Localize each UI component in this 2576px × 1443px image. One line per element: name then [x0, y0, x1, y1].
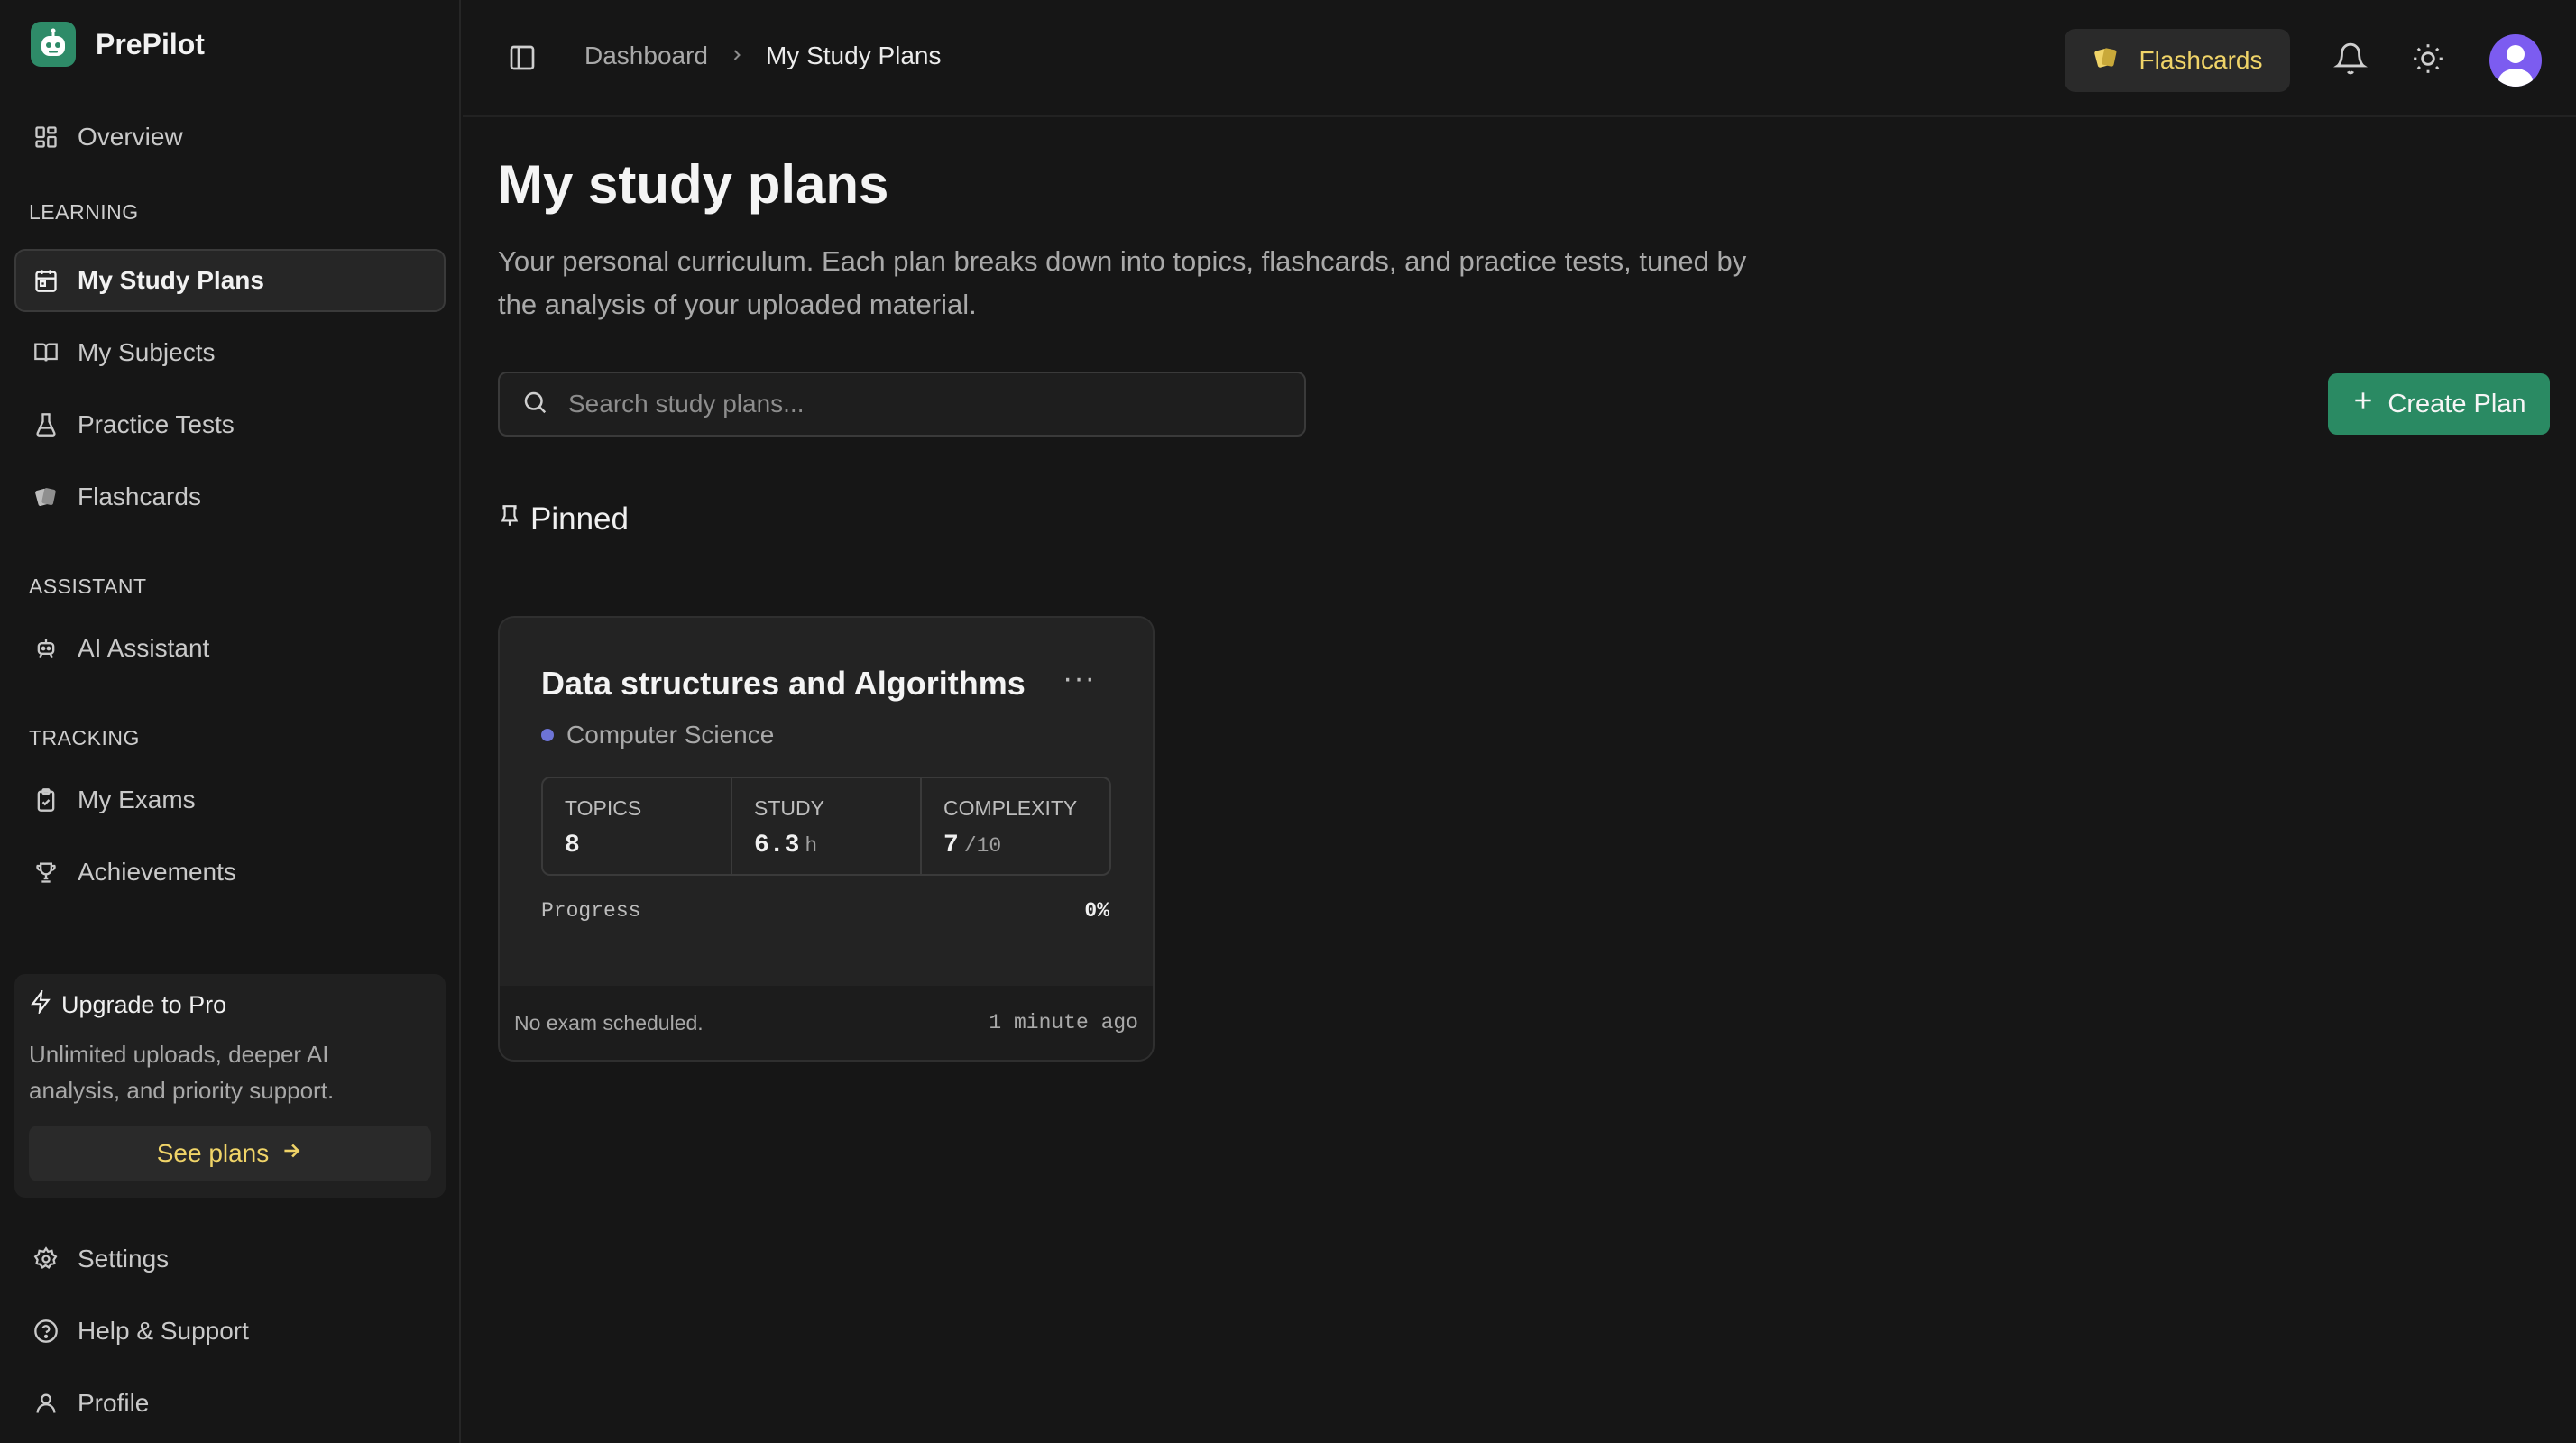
- gear-icon: [32, 1245, 60, 1273]
- sidebar-item-my-exams[interactable]: My Exams: [14, 768, 446, 832]
- subject-label: Computer Science: [566, 721, 775, 749]
- sidebar-item-label: Overview: [78, 123, 183, 151]
- flashcards-button[interactable]: Flashcards: [2065, 29, 2290, 92]
- pinned-label: Pinned: [530, 501, 629, 537]
- stat-value: 8: [565, 832, 709, 859]
- cards-icon: [2093, 44, 2120, 78]
- clipboard-icon: [32, 786, 60, 813]
- stat-label: COMPLEXITY: [943, 796, 1078, 820]
- progress-label: Progress: [541, 899, 641, 923]
- topics-value: 8: [565, 832, 580, 859]
- calendar-icon: [32, 267, 60, 294]
- stat-label: STUDY: [754, 796, 824, 820]
- arrow-right-icon: [280, 1139, 303, 1169]
- user-icon: [32, 1390, 60, 1417]
- study-unit: h: [805, 834, 818, 858]
- sidebar-item-label: AI Assistant: [78, 634, 210, 662]
- sidebar-toggle-icon[interactable]: [508, 43, 538, 74]
- upgrade-card: Upgrade to Pro Unlimited uploads, deeper…: [14, 974, 446, 1198]
- complexity-value: 7: [943, 832, 959, 859]
- section-label-assistant: ASSISTANT: [29, 574, 147, 598]
- sidebar-item-achievements[interactable]: Achievements: [14, 841, 446, 904]
- sidebar-item-my-subjects[interactable]: My Subjects: [14, 321, 446, 384]
- more-options-icon[interactable]: ···: [1063, 661, 1096, 696]
- subject-dot: [541, 729, 554, 741]
- page-description: Your personal curriculum. Each plan brea…: [498, 245, 1747, 320]
- page-title: My study plans: [498, 154, 889, 215]
- sidebar-item-profile[interactable]: Profile: [14, 1372, 446, 1435]
- search-box[interactable]: [498, 372, 1306, 437]
- sun-icon[interactable]: [2411, 41, 2445, 80]
- sidebar-item-label: Help & Support: [78, 1317, 249, 1345]
- topbar: Dashboard My Study Plans Flashcards: [463, 0, 2576, 117]
- sidebar-item-ai-assistant[interactable]: AI Assistant: [14, 617, 446, 680]
- sidebar: PrePilot Overview LEARNING My Study Plan…: [0, 0, 461, 1443]
- help-icon: [32, 1318, 60, 1345]
- pinned-heading: Pinned: [498, 501, 629, 538]
- breadcrumb-dashboard[interactable]: Dashboard: [584, 41, 708, 70]
- sidebar-item-label: Settings: [78, 1245, 170, 1273]
- chevron-right-icon: [728, 41, 746, 70]
- pin-icon: [498, 501, 521, 538]
- sidebar-item-label: Profile: [78, 1389, 150, 1417]
- grid-icon: [32, 124, 60, 151]
- stat-complexity: COMPLEXITY 7/10: [922, 778, 1109, 874]
- plan-stats: TOPICS 8 STUDY 6.3 h COMPLEXITY 7/10: [541, 777, 1111, 876]
- section-label-learning: LEARNING: [29, 200, 139, 224]
- plan-subject: Computer Science: [541, 721, 774, 749]
- app-name: PrePilot: [96, 27, 205, 60]
- see-plans-label: See plans: [156, 1139, 270, 1167]
- sidebar-item-practice-tests[interactable]: Practice Tests: [14, 393, 446, 456]
- upgrade-title: Upgrade to Pro: [61, 991, 227, 1018]
- bolt-icon: [29, 988, 52, 1020]
- sidebar-item-label: My Subjects: [78, 338, 216, 366]
- see-plans-button[interactable]: See plans: [29, 1126, 431, 1181]
- stat-label: TOPICS: [565, 796, 642, 820]
- trophy-icon: [32, 859, 60, 886]
- plus-icon: [2351, 389, 2375, 419]
- stat-value: 7/10: [943, 832, 1088, 859]
- sidebar-item-settings[interactable]: Settings: [14, 1227, 446, 1291]
- search-input[interactable]: [568, 390, 1272, 418]
- sidebar-item-overview[interactable]: Overview: [14, 106, 446, 169]
- sidebar-item-label: My Exams: [78, 786, 196, 813]
- sidebar-item-help-support[interactable]: Help & Support: [14, 1300, 446, 1363]
- bell-icon[interactable]: [2333, 41, 2368, 80]
- avatar[interactable]: [2489, 34, 2542, 87]
- sidebar-item-label: Flashcards: [78, 483, 201, 510]
- sidebar-item-label: Practice Tests: [78, 410, 235, 438]
- complexity-unit: /10: [963, 834, 1002, 858]
- card-footer: No exam scheduled. 1 minute ago: [500, 986, 1153, 1060]
- cards-icon: [32, 483, 60, 510]
- search-icon: [521, 389, 548, 420]
- sidebar-item-label: Achievements: [78, 858, 236, 886]
- breadcrumb: Dashboard My Study Plans: [584, 41, 942, 70]
- robot-icon: [31, 22, 76, 67]
- upgrade-title-row: Upgrade to Pro: [29, 988, 431, 1020]
- sidebar-item-my-study-plans[interactable]: My Study Plans: [14, 249, 446, 312]
- breadcrumb-current: My Study Plans: [765, 41, 942, 69]
- upgrade-description: Unlimited uploads, deeper AI analysis, a…: [29, 1041, 335, 1104]
- stat-study: STUDY 6.3 h: [732, 778, 922, 874]
- brand[interactable]: PrePilot: [31, 22, 205, 67]
- study-value: 6.3: [754, 832, 800, 859]
- stat-topics: TOPICS 8: [543, 778, 732, 874]
- study-plan-card[interactable]: Data structures and Algorithms ··· Compu…: [498, 616, 1155, 1062]
- bot-icon: [32, 635, 60, 662]
- section-label-tracking: TRACKING: [29, 726, 140, 749]
- progress-value: 0%: [1084, 899, 1109, 923]
- sidebar-item-label: My Study Plans: [78, 266, 264, 294]
- book-icon: [32, 339, 60, 366]
- updated-time: 1 minute ago: [989, 1011, 1138, 1034]
- create-plan-button[interactable]: Create Plan: [2328, 373, 2550, 435]
- flashcards-button-label: Flashcards: [2139, 46, 2263, 74]
- sidebar-item-flashcards[interactable]: Flashcards: [14, 465, 446, 528]
- stat-value: 6.3 h: [754, 832, 898, 859]
- create-plan-label: Create Plan: [2387, 389, 2526, 418]
- plan-title: Data structures and Algorithms: [541, 665, 1026, 702]
- exam-status: No exam scheduled.: [514, 1011, 704, 1034]
- flask-icon: [32, 411, 60, 438]
